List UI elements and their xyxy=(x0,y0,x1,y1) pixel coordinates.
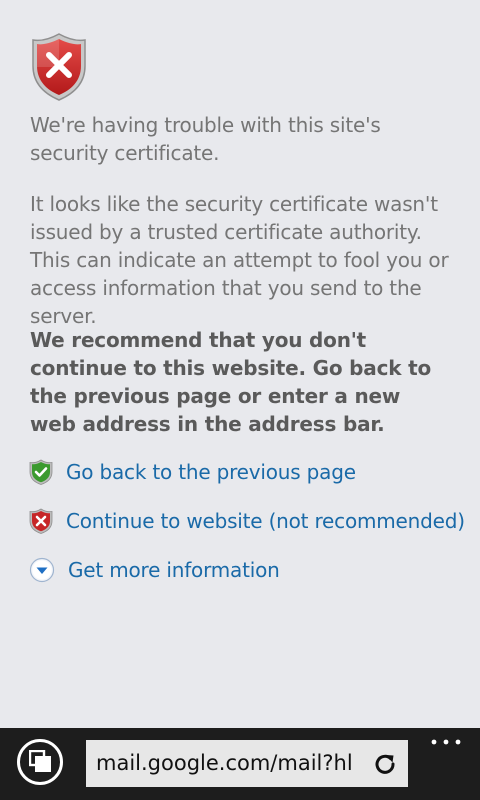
more-information-link[interactable]: Get more information xyxy=(28,555,280,585)
browser-app-bar: mail.google.com/mail?hl xyxy=(0,728,480,800)
go-back-link[interactable]: Go back to the previous page xyxy=(28,457,356,487)
tabs-icon xyxy=(29,750,51,772)
address-bar-url[interactable]: mail.google.com/mail?hl xyxy=(96,740,372,787)
green-shield-check-icon xyxy=(29,459,53,485)
tabs-button[interactable] xyxy=(17,739,63,785)
blue-chevron-down-icon xyxy=(29,557,55,583)
security-error-shield-icon xyxy=(32,33,86,101)
recommendation-text: We recommend that you don't continue to … xyxy=(30,328,431,436)
continue-to-website-link[interactable]: Continue to website (not recommended) xyxy=(28,506,465,536)
more-information-label[interactable]: Get more information xyxy=(68,558,280,582)
go-back-label[interactable]: Go back to the previous page xyxy=(66,460,356,484)
security-warning-page: We're having trouble with this site's se… xyxy=(0,0,480,728)
continue-to-website-label[interactable]: Continue to website (not recommended) xyxy=(66,509,465,533)
red-shield-x-icon xyxy=(29,508,53,534)
more-icon[interactable] xyxy=(428,732,464,752)
refresh-icon[interactable] xyxy=(372,751,398,777)
error-explanation: It looks like the security certificate w… xyxy=(30,192,449,328)
error-heading: We're having trouble with this site's se… xyxy=(30,113,381,165)
address-bar[interactable]: mail.google.com/mail?hl xyxy=(86,740,408,787)
